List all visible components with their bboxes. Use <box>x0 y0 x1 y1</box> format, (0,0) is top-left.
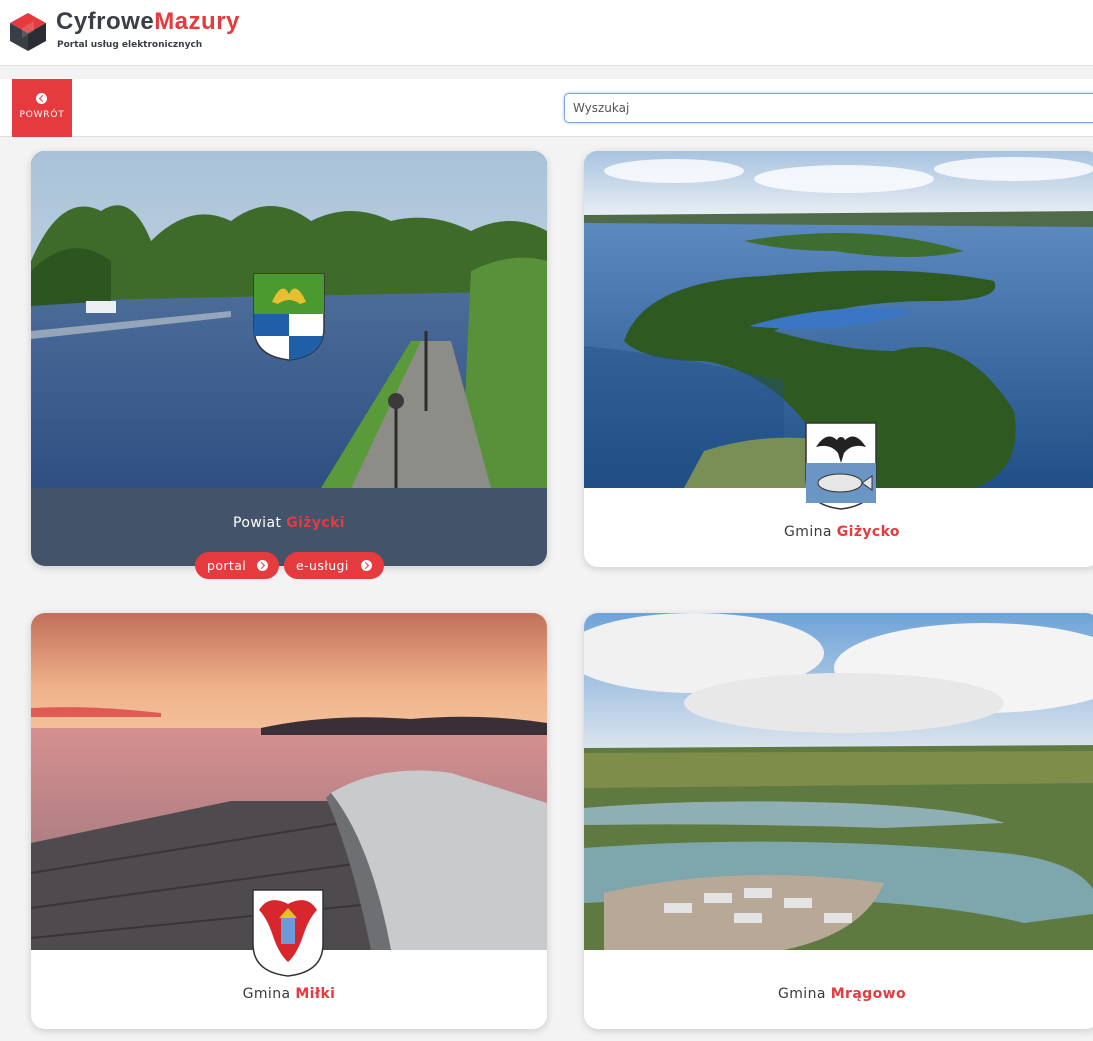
card-title-prefix: Gmina <box>778 986 826 1002</box>
site-header: CyfroweMazury Portal usług elektroniczny… <box>0 0 1093 66</box>
e-uslugi-button[interactable]: e-usługi <box>284 552 384 579</box>
portal-button-label: portal <box>207 558 247 573</box>
coat-of-arms-icon <box>805 422 877 510</box>
card-title: Gmina Mrągowo <box>584 986 1093 1002</box>
search-input[interactable] <box>564 93 1093 123</box>
portal-button[interactable]: portal <box>195 552 279 579</box>
card-action-buttons: portal e-usługi <box>195 552 395 580</box>
brand-title[interactable]: CyfroweMazury <box>56 8 240 36</box>
coat-of-arms-icon <box>252 889 324 977</box>
card-title: Gmina Miłki <box>31 986 547 1002</box>
coat-of-arms-icon <box>253 273 325 361</box>
card-photo <box>584 613 1093 950</box>
card-powiat-gizycki[interactable]: Powiat Giżycki <box>31 151 547 566</box>
card-title: Powiat Giżycki <box>31 515 547 531</box>
back-button-label: POWRÓT <box>19 110 65 120</box>
card-title-name: Miłki <box>295 986 336 1002</box>
card-gmina-milki[interactable]: Gmina Miłki <box>31 613 547 1029</box>
card-title-prefix: Gmina <box>242 986 291 1002</box>
brand-name-accent: Mazury <box>154 8 240 35</box>
chevron-right-icon <box>361 560 372 571</box>
brand-name-dark: Cyfrowe <box>56 8 155 35</box>
toolbar: POWRÓT <box>0 79 1093 137</box>
card-title-name: Mrągowo <box>830 986 906 1002</box>
card-title-name: Giżycki <box>286 515 345 531</box>
brand-subtitle: Portal usług elektronicznych <box>57 40 203 50</box>
back-button[interactable]: POWRÓT <box>12 79 72 137</box>
e-uslugi-button-label: e-usługi <box>296 558 349 573</box>
logo-icon[interactable] <box>8 11 48 51</box>
chevron-right-icon <box>257 560 268 571</box>
card-title: Gmina Giżycko <box>584 524 1093 540</box>
card-title-prefix: Gmina <box>784 524 832 540</box>
card-gmina-mragowo[interactable]: Gmina Mrągowo <box>584 613 1093 1029</box>
back-arrow-icon <box>36 93 47 104</box>
card-gmina-gizycko[interactable]: Gmina Giżycko <box>584 151 1093 567</box>
card-title-prefix: Powiat <box>233 515 282 531</box>
card-title-name: Giżycko <box>836 524 900 540</box>
